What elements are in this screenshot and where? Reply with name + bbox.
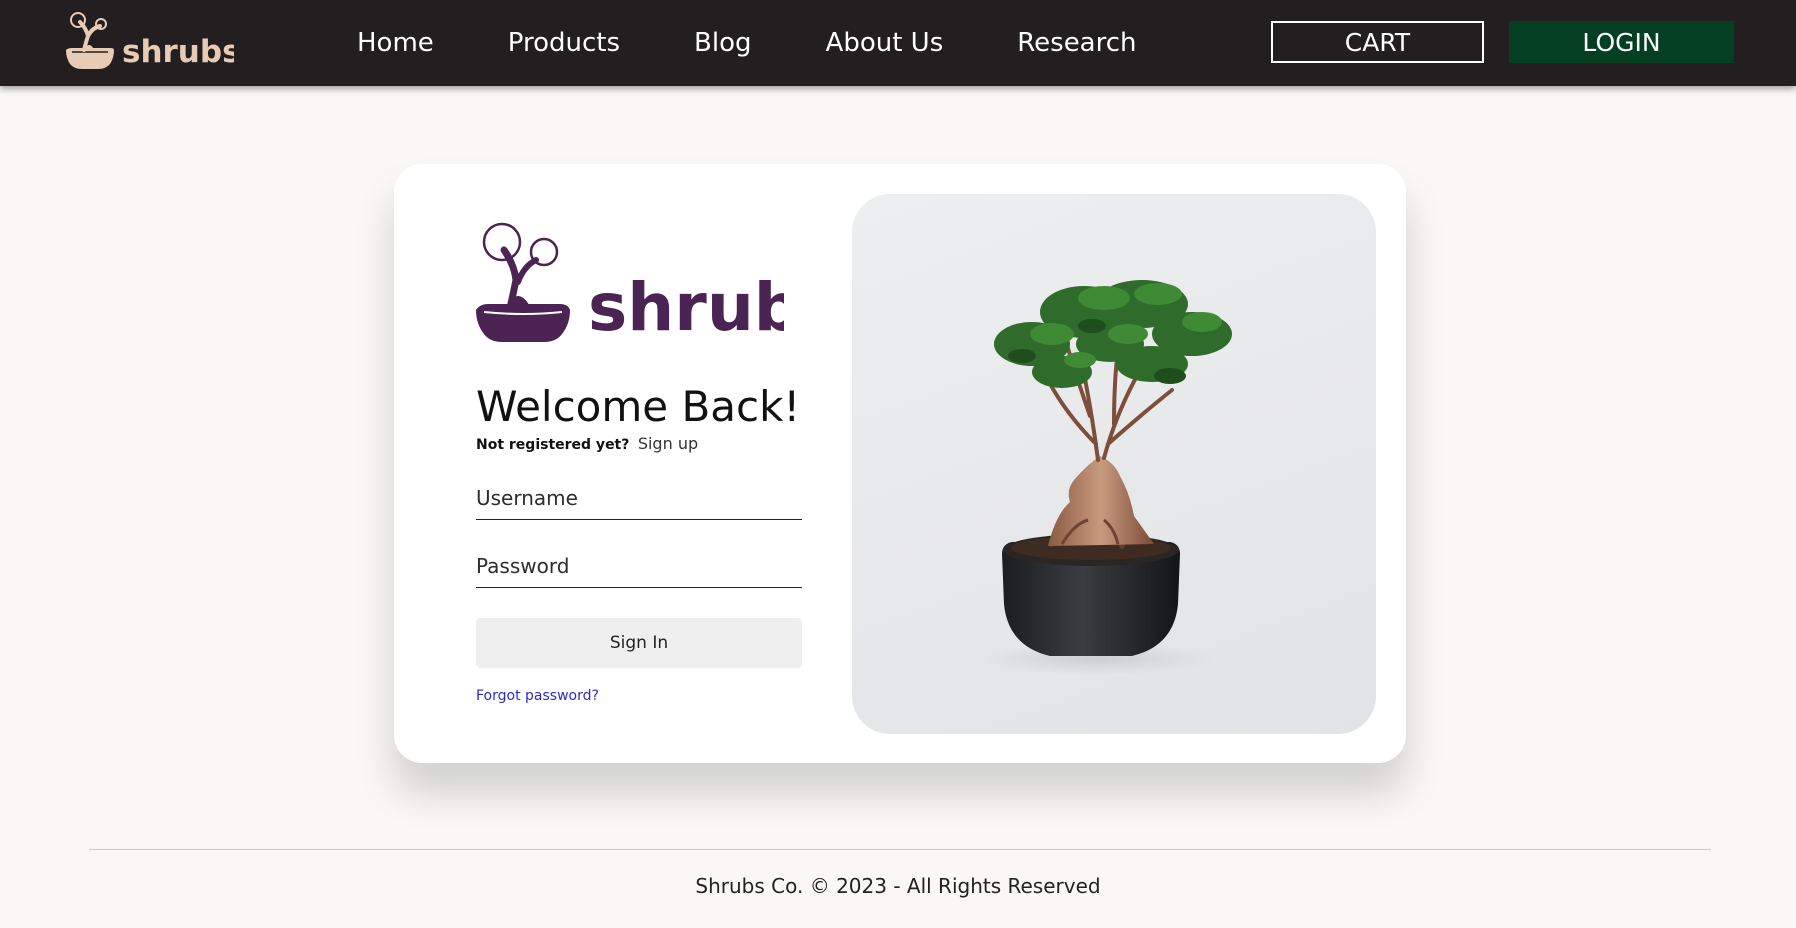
welcome-heading: Welcome Back! <box>476 382 801 431</box>
nav-link-blog[interactable]: Blog <box>694 28 751 58</box>
username-input[interactable] <box>476 480 802 520</box>
cart-button[interactable]: CART <box>1271 21 1484 63</box>
bonsai-tree-image <box>977 280 1232 675</box>
nav-link-home[interactable]: Home <box>357 28 434 58</box>
password-input[interactable] <box>476 548 802 588</box>
footer-divider <box>89 849 1711 850</box>
forgot-password-link[interactable]: Forgot password? <box>476 688 599 704</box>
bonsai-logo-icon: shrubs <box>476 222 840 346</box>
nav-link-about-us[interactable]: About Us <box>826 28 944 58</box>
signup-prompt: Not registered yet? <box>476 437 630 453</box>
login-button[interactable]: LOGIN <box>1509 21 1734 63</box>
signup-link[interactable]: Sign up <box>638 434 698 453</box>
nav-brand-name: shrubs <box>122 34 234 70</box>
card-brand-logo: shrubs <box>474 220 840 350</box>
bonsai-photo <box>852 194 1376 734</box>
nav-brand-logo[interactable]: shrubs <box>64 6 234 74</box>
nav-link-research[interactable]: Research <box>1017 28 1136 58</box>
bonsai-logo-icon: shrubs <box>66 12 234 70</box>
footer-copyright: Shrubs Co. © 2023 - All Rights Reserved <box>695 874 1101 898</box>
top-navbar: shrubs Home Products Blog About Us Resea… <box>0 0 1796 86</box>
card-brand-name: shrubs <box>588 269 784 346</box>
signup-row: Not registered yet? Sign up <box>476 434 698 453</box>
sign-in-button[interactable]: Sign In <box>476 618 802 668</box>
login-card: shrubs Welcome Back! Not registered yet?… <box>394 164 1406 763</box>
main-nav: Home Products Blog About Us Research <box>357 0 1137 86</box>
nav-link-products[interactable]: Products <box>508 28 620 58</box>
